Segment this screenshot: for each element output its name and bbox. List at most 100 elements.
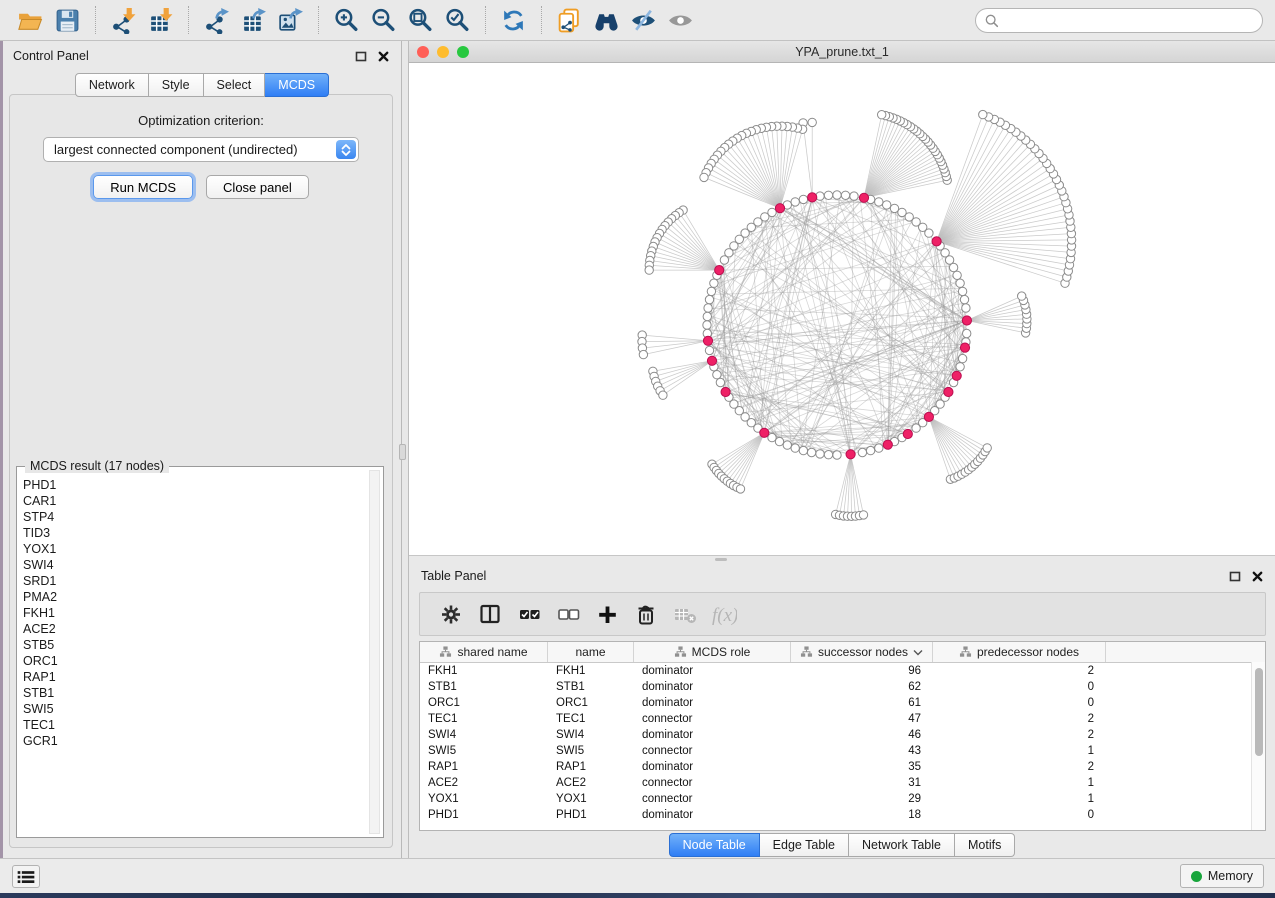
mcds-result-item[interactable]: SWI4 xyxy=(23,557,365,573)
save-session-button[interactable] xyxy=(49,4,86,36)
import-table-button[interactable] xyxy=(142,4,179,36)
network-window-titlebar[interactable]: YPA_prune.txt_1 xyxy=(409,41,1275,63)
mcds-result-item[interactable]: STB5 xyxy=(23,637,365,653)
clone-network-button[interactable] xyxy=(551,4,588,36)
export-image-button[interactable] xyxy=(272,4,309,36)
column-header-mcds-role[interactable]: MCDS role xyxy=(634,642,791,662)
mcds-result-item[interactable]: CAR1 xyxy=(23,493,365,509)
deselect-all-icon xyxy=(556,602,581,627)
column-header-successor-nodes[interactable]: successor nodes xyxy=(791,642,933,662)
horizontal-splitter[interactable] xyxy=(409,555,1275,562)
cell-successor-nodes: 47 xyxy=(791,711,933,727)
tab-network-table[interactable]: Network Table xyxy=(849,833,955,857)
table-row[interactable]: RAP1RAP1dominator352 xyxy=(420,759,1265,775)
hide-selected-button[interactable] xyxy=(625,4,662,36)
cell-mcds-role: dominator xyxy=(634,695,791,711)
maximize-window-icon[interactable] xyxy=(457,46,469,58)
table-row[interactable]: ACE2ACE2connector311 xyxy=(420,775,1265,791)
run-mcds-button[interactable]: Run MCDS xyxy=(93,175,193,199)
main-toolbar xyxy=(0,0,1275,41)
close-panel-button[interactable]: Close panel xyxy=(206,175,309,199)
zoom-out-button[interactable] xyxy=(365,4,402,36)
mcds-result-item[interactable]: YOX1 xyxy=(23,541,365,557)
delete-button[interactable] xyxy=(627,596,666,632)
sort-chevron-icon xyxy=(913,649,923,656)
mcds-result-item[interactable]: ACE2 xyxy=(23,621,365,637)
refresh-button[interactable] xyxy=(495,4,532,36)
export-network-button[interactable] xyxy=(198,4,235,36)
close-table-panel-icon[interactable] xyxy=(1252,571,1263,582)
table-row[interactable]: TEC1TEC1connector472 xyxy=(420,711,1265,727)
panel-splitter-handle[interactable] xyxy=(399,444,406,460)
table-row[interactable]: STB1STB1dominator620 xyxy=(420,679,1265,695)
tab-network[interactable]: Network xyxy=(75,73,149,97)
mcds-result-item[interactable]: SWI5 xyxy=(23,701,365,717)
table-body: FKH1FKH1dominator962STB1STB1dominator620… xyxy=(420,663,1265,830)
export-table-button[interactable] xyxy=(235,4,272,36)
mcds-result-item[interactable]: STP4 xyxy=(23,509,365,525)
select-all-button[interactable] xyxy=(510,596,549,632)
mcds-result-item[interactable]: SRD1 xyxy=(23,573,365,589)
float-table-panel-icon[interactable] xyxy=(1229,571,1241,582)
column-header-predecessor-nodes[interactable]: predecessor nodes xyxy=(933,642,1106,662)
cell-predecessor-nodes: 2 xyxy=(933,663,1106,679)
mcds-result-item[interactable]: STB1 xyxy=(23,685,365,701)
float-panel-icon[interactable] xyxy=(355,51,367,62)
toolbar-button-groups xyxy=(12,4,699,36)
import-network-button[interactable] xyxy=(105,4,142,36)
table-header-row: shared namenameMCDS rolesuccessor nodesp… xyxy=(420,642,1265,663)
export-table-icon xyxy=(240,7,267,34)
mcds-result-item[interactable]: GCR1 xyxy=(23,733,365,749)
cell-name: STB1 xyxy=(548,679,634,695)
show-hidden-button xyxy=(662,4,699,36)
mcds-result-item[interactable]: ORC1 xyxy=(23,653,365,669)
column-header-shared-name[interactable]: shared name xyxy=(420,642,548,662)
table-scrollbar[interactable] xyxy=(1251,662,1265,830)
add-button[interactable] xyxy=(588,596,627,632)
tab-edge-table[interactable]: Edge Table xyxy=(760,833,849,857)
search-icon xyxy=(984,13,999,28)
tree-icon xyxy=(959,646,972,658)
tab-motifs[interactable]: Motifs xyxy=(955,833,1015,857)
zoom-selected-button[interactable] xyxy=(439,4,476,36)
mcds-result-item[interactable]: TID3 xyxy=(23,525,365,541)
cell-name: FKH1 xyxy=(548,663,634,679)
list-icon xyxy=(16,868,36,886)
open-file-button[interactable] xyxy=(12,4,49,36)
tab-node-table[interactable]: Node Table xyxy=(669,833,760,857)
zoom-in-button[interactable] xyxy=(328,4,365,36)
zoom-fit-button[interactable] xyxy=(402,4,439,36)
mcds-result-item[interactable]: RAP1 xyxy=(23,669,365,685)
network-window-title: YPA_prune.txt_1 xyxy=(409,45,1275,59)
table-row[interactable]: YOX1YOX1connector291 xyxy=(420,791,1265,807)
table-row[interactable]: SWI5SWI5connector431 xyxy=(420,743,1265,759)
table-row[interactable]: ORC1ORC1dominator610 xyxy=(420,695,1265,711)
mcds-result-item[interactable]: PHD1 xyxy=(23,477,365,493)
table-scrollbar-thumb[interactable] xyxy=(1255,668,1263,756)
close-window-icon[interactable] xyxy=(417,46,429,58)
table-row[interactable]: PHD1PHD1dominator180 xyxy=(420,807,1265,823)
task-history-button[interactable] xyxy=(12,865,40,888)
table-row[interactable]: FKH1FKH1dominator962 xyxy=(420,663,1265,679)
search-input[interactable] xyxy=(975,8,1263,33)
criterion-select[interactable]: largest connected component (undirected) xyxy=(43,137,359,162)
mcds-result-item[interactable]: FKH1 xyxy=(23,605,365,621)
column-header-name[interactable]: name xyxy=(548,642,634,662)
tab-mcds[interactable]: MCDS xyxy=(265,73,329,97)
memory-button[interactable]: Memory xyxy=(1180,864,1264,888)
table-row[interactable]: SWI4SWI4dominator462 xyxy=(420,727,1265,743)
tab-style[interactable]: Style xyxy=(149,73,204,97)
tree-icon xyxy=(674,646,687,658)
mcds-result-item[interactable]: PMA2 xyxy=(23,589,365,605)
split-columns-button[interactable] xyxy=(471,596,510,632)
minimize-window-icon[interactable] xyxy=(437,46,449,58)
mcds-result-item[interactable]: TEC1 xyxy=(23,717,365,733)
network-graph[interactable] xyxy=(409,63,1275,555)
find-button[interactable] xyxy=(588,4,625,36)
network-canvas[interactable] xyxy=(409,63,1275,555)
tab-select[interactable]: Select xyxy=(204,73,266,97)
close-panel-icon[interactable] xyxy=(378,51,389,62)
deselect-all-button[interactable] xyxy=(549,596,588,632)
result-list-scrollbar[interactable] xyxy=(369,470,380,834)
gear-button[interactable] xyxy=(432,596,471,632)
